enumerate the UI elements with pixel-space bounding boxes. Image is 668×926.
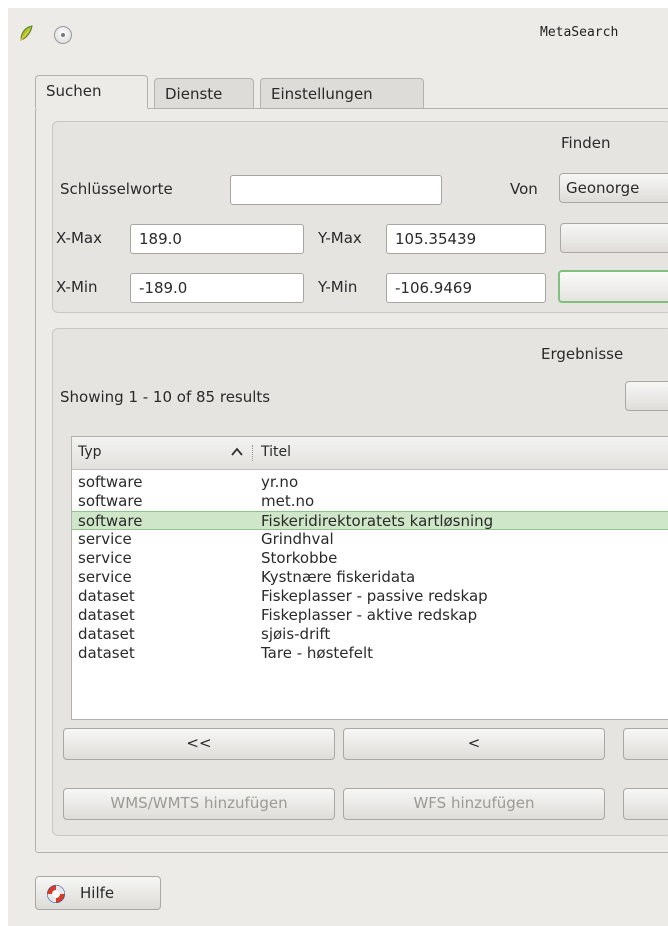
from-label: Von	[510, 180, 538, 198]
row-title: Fiskeplasser - passive redskap	[261, 587, 488, 605]
ymin-input[interactable]	[386, 273, 546, 303]
row-type: dataset	[78, 625, 135, 643]
tab-suchen[interactable]: Suchen	[35, 75, 148, 109]
row-title: Fiskeplasser - aktive redskap	[261, 606, 478, 624]
row-title: Storkobbe	[261, 549, 338, 567]
window-title: MetaSearch	[540, 25, 619, 40]
results-table[interactable]: Typ Titel software yr.no software met.no…	[71, 436, 668, 720]
view-search-results-button[interactable]	[625, 381, 668, 411]
qgis-leaf-icon	[20, 25, 33, 41]
table-row[interactable]: software yr.no	[72, 473, 668, 492]
add-wms-button[interactable]: WMS/WMTS hinzufügen	[63, 788, 335, 820]
row-type: software	[78, 473, 143, 491]
metasearch-window: MetaSearch Dienste Einstellungen Suchen …	[8, 8, 668, 926]
row-title: Tare - høstefelt	[261, 644, 374, 662]
row-type: software	[78, 492, 143, 510]
results-group-title: Ergebnisse	[541, 345, 624, 363]
table-row[interactable]: dataset sjøis-drift	[72, 625, 668, 644]
ymax-input[interactable]	[386, 224, 546, 254]
minimize-button[interactable]	[54, 26, 72, 44]
row-type: dataset	[78, 587, 135, 605]
table-row[interactable]: dataset Fiskeplasser - passive redskap	[72, 587, 668, 606]
tab-einstellungen[interactable]: Einstellungen	[260, 78, 424, 108]
row-type: service	[78, 568, 132, 586]
row-title: Fiskeridirektoratets kartløsning	[261, 512, 494, 530]
xmin-label: X-Min	[56, 278, 98, 296]
help-label: Hilfe	[80, 884, 115, 902]
table-row[interactable]: software met.no	[72, 492, 668, 511]
add-wcs-button[interactable]	[623, 788, 668, 820]
row-title: sjøis-drift	[261, 625, 331, 643]
table-row-selected[interactable]: software Fiskeridirektoratets kartløsnin…	[72, 511, 668, 530]
set-from-canvas-button[interactable]	[560, 223, 668, 253]
keywords-input[interactable]	[230, 175, 442, 205]
add-wfs-button[interactable]: WFS hinzufügen	[343, 788, 605, 820]
table-row[interactable]: dataset Tare - høstefelt	[72, 644, 668, 663]
table-row[interactable]: service Grindhval	[72, 530, 668, 549]
sort-ascending-icon	[231, 447, 243, 456]
row-title: met.no	[261, 492, 315, 510]
find-group-title: Finden	[561, 134, 611, 152]
row-type: software	[78, 512, 143, 530]
next-page-button[interactable]	[623, 728, 668, 760]
table-row[interactable]: service Kystnære fiskeridata	[72, 568, 668, 587]
row-type: service	[78, 549, 132, 567]
ymax-label: Y-Max	[318, 229, 362, 247]
search-button[interactable]	[558, 270, 668, 303]
table-row[interactable]: dataset Fiskeplasser - aktive redskap	[72, 606, 668, 625]
keywords-label: Schlüsselworte	[60, 180, 173, 198]
help-button[interactable]: Hilfe	[35, 876, 161, 910]
results-summary: Showing 1 - 10 of 85 results	[60, 388, 271, 406]
row-title: yr.no	[261, 473, 299, 491]
lifebuoy-icon	[47, 885, 65, 903]
column-separator	[252, 445, 254, 461]
table-row[interactable]: service Storkobbe	[72, 549, 668, 568]
row-title: Kystnære fiskeridata	[261, 568, 416, 586]
column-header-titel[interactable]: Titel	[261, 444, 291, 460]
tab-dienste[interactable]: Dienste	[154, 78, 254, 108]
catalog-select[interactable]: Geonorge	[559, 173, 668, 203]
previous-page-button[interactable]: <	[343, 728, 605, 760]
column-header-typ[interactable]: Typ	[78, 444, 102, 460]
row-type: dataset	[78, 644, 135, 662]
row-type: dataset	[78, 606, 135, 624]
titlebar: MetaSearch	[8, 8, 668, 48]
table-header: Typ Titel	[72, 437, 668, 470]
ymin-label: Y-Min	[318, 278, 358, 296]
xmin-input[interactable]	[130, 273, 304, 303]
first-page-button[interactable]: <<	[63, 728, 335, 760]
row-type: service	[78, 530, 132, 548]
xmax-label: X-Max	[56, 229, 102, 247]
row-title: Grindhval	[261, 530, 334, 548]
xmax-input[interactable]	[130, 224, 304, 254]
